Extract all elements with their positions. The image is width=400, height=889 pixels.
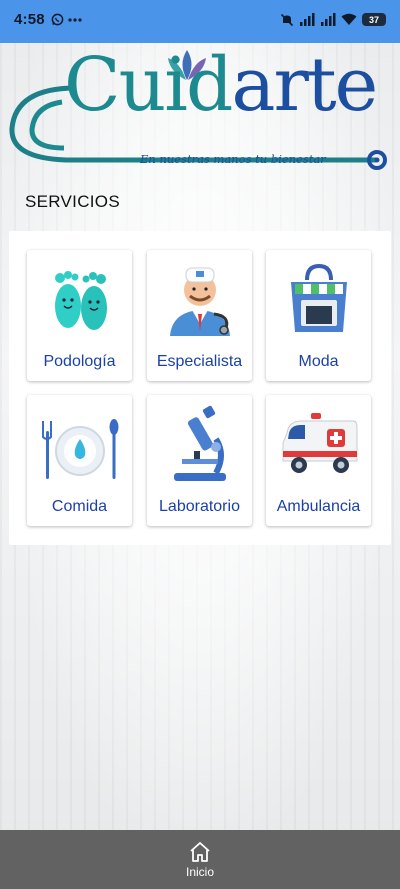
nav-item-inicio[interactable]: Inicio bbox=[186, 841, 214, 879]
section-title: SERVICIOS bbox=[25, 192, 120, 211]
logo-part-cuid: Cuid bbox=[64, 42, 233, 128]
nav-label: Inicio bbox=[185, 864, 214, 879]
status-time: 4:58 bbox=[14, 11, 45, 28]
service-card-moda[interactable]: Moda bbox=[266, 250, 371, 381]
service-card-laboratorio[interactable]: Laboratorio bbox=[147, 395, 252, 526]
service-card-comida[interactable]: Comida bbox=[27, 395, 132, 526]
service-label: Podología bbox=[43, 353, 116, 370]
logo-part-arte: arte bbox=[231, 42, 378, 128]
bottom-nav: Inicio bbox=[0, 830, 400, 889]
service-label: Comida bbox=[51, 498, 108, 515]
wifi-icon bbox=[341, 13, 357, 25]
status-bar: 4:58 37 bbox=[0, 0, 400, 43]
signal-icon bbox=[300, 13, 315, 26]
service-label: Ambulancia bbox=[276, 498, 361, 515]
battery-icon: 37 bbox=[362, 13, 386, 26]
service-label: Moda bbox=[298, 353, 339, 370]
logo-tagline: En nuestras manos tu bienestar bbox=[140, 152, 326, 166]
service-label: Especialista bbox=[156, 353, 243, 370]
service-card-podologia[interactable]: Podología bbox=[27, 250, 132, 381]
service-card-especialista[interactable]: Especialista bbox=[147, 250, 252, 381]
shopping-bag-icon bbox=[290, 263, 347, 332]
mute-icon bbox=[280, 13, 294, 26]
doctor-icon bbox=[169, 267, 230, 336]
logo-wordmark: Cuidarte bbox=[64, 48, 378, 122]
ambulance-icon bbox=[282, 413, 357, 473]
signal-icon bbox=[321, 13, 336, 26]
service-card-ambulancia[interactable]: Ambulancia bbox=[266, 395, 371, 526]
microscope-icon bbox=[173, 405, 226, 481]
services-panel: Podología Especialista Moda Comida Labor… bbox=[9, 231, 391, 545]
feet-icon bbox=[54, 271, 107, 330]
whatsapp-icon bbox=[51, 13, 64, 26]
plate-cutlery-icon bbox=[41, 419, 118, 479]
home-icon bbox=[190, 841, 210, 862]
more-icon bbox=[68, 17, 82, 22]
service-label: Laboratorio bbox=[159, 498, 240, 515]
brand-logo: Cuidarte En nuestras manos tu bienestar bbox=[6, 48, 394, 178]
